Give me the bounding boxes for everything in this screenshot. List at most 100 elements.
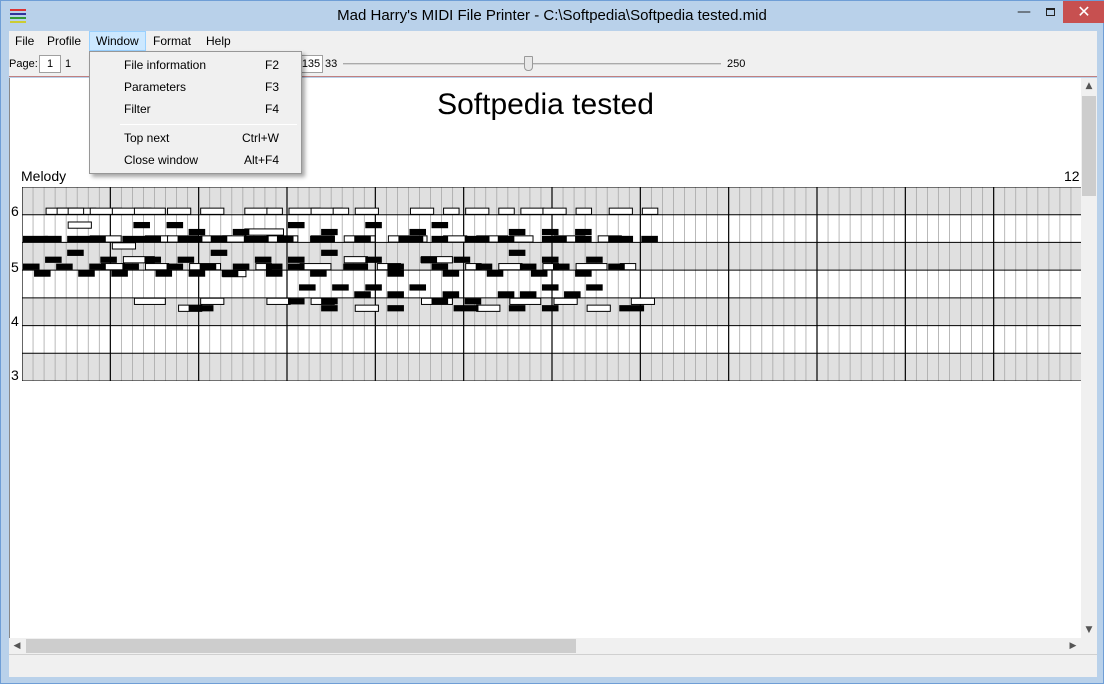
menu-window[interactable]: Window (89, 31, 146, 51)
menu-item-label: Filter (124, 102, 151, 116)
window-title: Mad Harry's MIDI File Printer - C:\Softp… (337, 7, 767, 24)
minimize-button[interactable]: — (1011, 1, 1037, 23)
note-outline (498, 263, 523, 271)
note-solid (210, 249, 228, 256)
note-solid (409, 284, 427, 291)
note-solid (188, 228, 206, 236)
octave-label-5: 5 (11, 259, 19, 275)
scrollbar-corner (1081, 638, 1097, 654)
note-solid (265, 263, 283, 270)
note-solid (453, 305, 479, 312)
note-solid (288, 298, 305, 305)
note-outline (608, 207, 633, 215)
horizontal-scroll-thumb[interactable] (26, 639, 576, 653)
note-solid (387, 270, 404, 277)
page-min-label: 1 (65, 58, 72, 70)
note-solid (519, 263, 537, 270)
note-solid (442, 270, 460, 277)
scroll-right-icon[interactable]: ▶ (1065, 638, 1081, 654)
close-button[interactable]: ✕ (1063, 1, 1104, 23)
note-solid (276, 235, 294, 243)
note-solid (497, 235, 515, 243)
note-solid (398, 235, 424, 243)
menu-file[interactable]: File (9, 31, 40, 51)
note-solid (122, 235, 148, 243)
vertical-scrollbar[interactable]: ▲ ▼ (1081, 78, 1097, 638)
note-solid (530, 270, 548, 277)
page-label: Page: (9, 58, 38, 70)
note-solid (310, 235, 335, 243)
note-solid (122, 263, 139, 270)
note-outline (67, 207, 85, 215)
note-solid (387, 291, 404, 298)
note-solid (519, 291, 537, 298)
menu-item-top-next[interactable]: Top next Ctrl+W (92, 127, 299, 149)
note-solid (144, 256, 162, 263)
note-solid (332, 284, 349, 291)
note-outline (498, 207, 515, 215)
note-solid (67, 235, 93, 243)
note-outline (354, 207, 379, 215)
note-solid (541, 256, 559, 263)
scroll-down-icon[interactable]: ▼ (1081, 622, 1097, 638)
menu-format[interactable]: Format (147, 31, 197, 51)
note-outline (200, 297, 225, 305)
menu-item-parameters[interactable]: Parameters F3 (92, 76, 299, 98)
note-solid (365, 256, 382, 263)
note-outline (266, 297, 291, 305)
menu-item-label: Parameters (124, 80, 187, 94)
window-menu-dropdown: File information F2 Parameters F3 Filter… (89, 51, 302, 174)
menu-profile[interactable]: Profile (41, 31, 87, 51)
note-solid (541, 228, 559, 236)
note-outline (144, 263, 170, 271)
zoom-slider-thumb[interactable] (524, 56, 534, 71)
note-solid (321, 305, 338, 312)
app-window: Mad Harry's MIDI File Printer - C:\Softp… (0, 0, 1104, 684)
note-solid (497, 291, 515, 298)
horizontal-scrollbar[interactable]: ◀ ▶ (9, 638, 1081, 654)
note-solid (188, 305, 214, 312)
note-solid (34, 270, 51, 277)
note-solid (310, 270, 327, 277)
note-solid (387, 305, 404, 312)
note-solid (464, 298, 482, 305)
title-bar[interactable]: Mad Harry's MIDI File Printer - C:\Softp… (1, 1, 1104, 31)
note-outline (630, 297, 655, 305)
note-outline (343, 256, 368, 264)
menu-item-close-window[interactable]: Close window Alt+F4 (92, 149, 299, 171)
note-outline (553, 297, 578, 305)
zoom-input[interactable]: 135 (299, 55, 323, 73)
vertical-scroll-thumb[interactable] (1082, 96, 1096, 196)
note-solid (431, 221, 449, 229)
note-solid (321, 228, 338, 236)
note-solid (177, 235, 203, 243)
note-solid (409, 228, 427, 236)
zoom-max-label: 250 (727, 58, 746, 70)
note-solid (288, 263, 305, 270)
track-name: Melody (21, 168, 67, 184)
note-solid (453, 256, 471, 263)
note-solid (45, 235, 62, 243)
note-solid (541, 305, 559, 312)
scroll-up-icon[interactable]: ▲ (1081, 78, 1097, 94)
note-outline (409, 207, 435, 215)
maximize-button[interactable] (1037, 1, 1063, 23)
note-outline (509, 297, 542, 305)
scroll-left-icon[interactable]: ◀ (9, 638, 25, 654)
octave-label-6: 6 (11, 203, 19, 219)
menu-item-label: Top next (124, 131, 170, 145)
menu-item-shortcut: Alt+F4 (243, 153, 279, 167)
note-solid (23, 235, 48, 243)
menu-item-file-information[interactable]: File information F2 (92, 54, 299, 76)
menu-help[interactable]: Help (200, 31, 237, 51)
note-solid (210, 235, 228, 243)
note-outline (354, 304, 379, 312)
note-solid (586, 256, 603, 263)
note-solid (89, 235, 106, 243)
menu-item-filter[interactable]: Filter F4 (92, 98, 299, 120)
note-solid (431, 263, 449, 270)
note-solid (365, 284, 382, 291)
octave-label-3: 3 (11, 367, 19, 383)
note-outline (586, 304, 611, 312)
page-input[interactable]: 1 (39, 55, 61, 73)
